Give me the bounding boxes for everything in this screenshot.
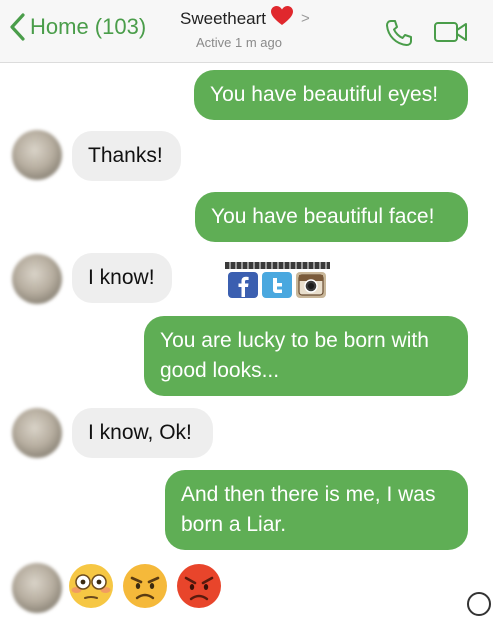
incoming-message[interactable]: Thanks! — [72, 131, 181, 181]
twitter-icon — [262, 272, 292, 298]
contact-name: Sweetheart — [180, 8, 266, 28]
contact-avatar[interactable] — [12, 254, 62, 304]
contact-avatar[interactable] — [12, 408, 62, 458]
outgoing-message[interactable]: And then there is me, I was born a Liar. — [165, 470, 468, 550]
flushed-face-icon — [68, 563, 114, 609]
angry-face-icon — [122, 563, 168, 609]
incoming-message[interactable]: I know! — [72, 253, 172, 303]
red-heart-icon — [271, 6, 293, 31]
pouting-face-icon — [176, 563, 222, 609]
watermark-strip — [225, 262, 330, 269]
contact-info[interactable]: Sweetheart > Active 1 m ago — [180, 6, 330, 50]
instagram-icon — [296, 272, 326, 298]
video-call-button[interactable] — [433, 20, 469, 49]
incoming-message[interactable]: I know, Ok! — [72, 408, 213, 458]
contact-avatar[interactable] — [12, 130, 62, 180]
chevron-right-icon: > — [301, 10, 310, 27]
facebook-icon — [228, 272, 258, 298]
outgoing-message[interactable]: You have beautiful face! — [195, 192, 468, 242]
video-camera-icon — [434, 22, 467, 42]
chevron-left-icon — [10, 13, 25, 41]
contact-avatar[interactable] — [12, 563, 62, 613]
call-button[interactable] — [384, 18, 414, 53]
phone-icon — [386, 20, 412, 46]
back-button[interactable]: Home (103) — [8, 12, 146, 42]
chat-header: Home (103) Sweetheart > Active 1 m ago — [0, 0, 493, 63]
outgoing-message[interactable]: You are lucky to be born with good looks… — [144, 316, 468, 396]
active-status: Active 1 m ago — [196, 35, 282, 50]
seen-avatar-icon — [467, 592, 491, 616]
outgoing-message[interactable]: You have beautiful eyes! — [194, 70, 468, 120]
back-label: Home (103) — [30, 14, 147, 39]
